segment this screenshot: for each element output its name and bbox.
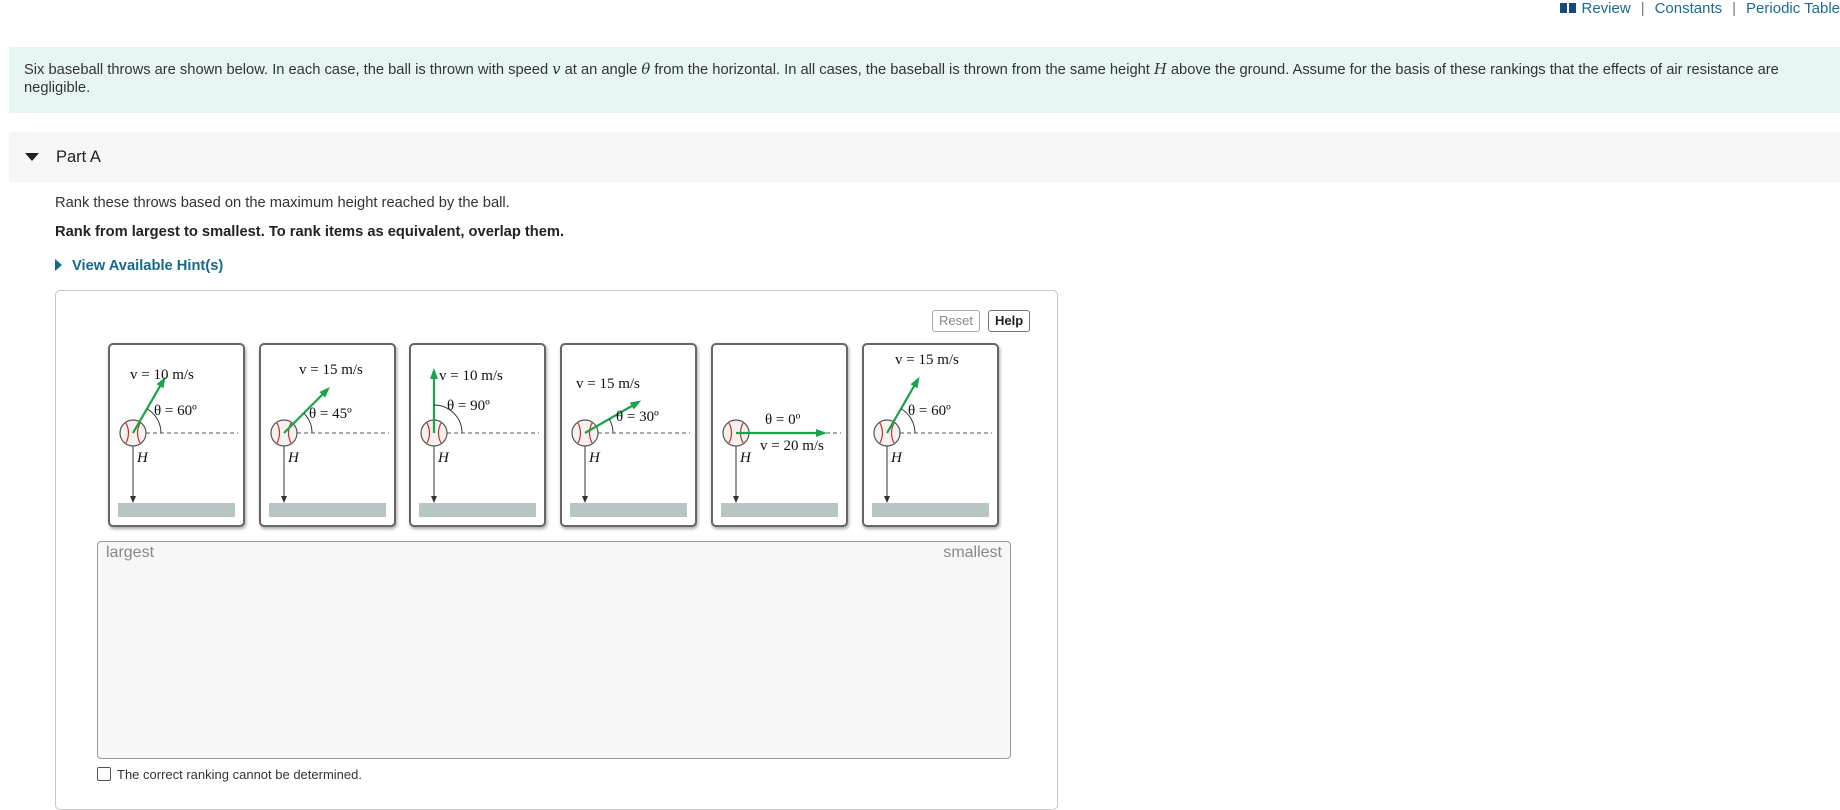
speed-label: v = 15 m/s (895, 352, 959, 368)
throw-card[interactable]: v = 15 m/s θ = 45º H (259, 343, 396, 527)
angle-label: θ = 30º (616, 409, 659, 425)
intro-text-1: Six baseball throws are shown below. In … (24, 62, 552, 78)
intro-v-symbol: v (552, 61, 560, 78)
ranking-widget: Reset Help v = 10 m/s θ = 60º Hv = 15 m/s θ… (55, 290, 1058, 810)
angle-label: θ = 45º (309, 406, 352, 422)
arrowhead-down-icon (884, 496, 890, 503)
throw-card[interactable]: v = 15 m/s θ = 30º H (560, 343, 697, 527)
part-header[interactable]: Part A (9, 132, 1840, 182)
nav-separator: | (1641, 0, 1645, 17)
height-label: H (890, 450, 903, 466)
nav-separator: | (1732, 0, 1736, 17)
periodic-table-link[interactable]: Periodic Table (1746, 0, 1840, 17)
collapse-triangle-icon[interactable] (25, 153, 39, 161)
throw-diagram: v = 20 m/s θ = 0º H (713, 345, 846, 525)
throw-card[interactable]: v = 20 m/s θ = 0º H (711, 343, 848, 527)
largest-label: largest (106, 544, 154, 562)
angle-label: θ = 60º (154, 403, 197, 419)
ground-strip (118, 503, 235, 517)
speed-label: v = 15 m/s (576, 376, 640, 392)
throw-diagram: v = 15 m/s θ = 45º H (261, 345, 394, 525)
ranking-area[interactable]: largest smallest (97, 541, 1011, 759)
height-label: H (739, 450, 752, 466)
height-label: H (588, 450, 601, 466)
ground-strip (570, 503, 687, 517)
intro-text-3: from the horizontal. In all cases, the b… (650, 62, 1154, 78)
smallest-label: smallest (943, 544, 1002, 562)
constants-link[interactable]: Constants (1655, 0, 1723, 17)
velocity-arrowhead-icon (430, 368, 438, 379)
angle-arc (609, 419, 613, 433)
cannot-determine-checkbox[interactable] (97, 767, 111, 781)
throw-diagram: v = 15 m/s θ = 60º H (864, 345, 997, 525)
problem-intro: Six baseball throws are shown below. In … (9, 47, 1840, 113)
intro-h-symbol: H (1154, 61, 1167, 78)
height-label: H (437, 450, 450, 466)
speed-label: v = 10 m/s (439, 368, 503, 384)
ground-strip (419, 503, 536, 517)
question-text: Rank these throws based on the maximum h… (55, 195, 510, 211)
part-title: Part A (56, 148, 101, 167)
arrowhead-down-icon (733, 496, 739, 503)
height-label: H (136, 450, 149, 466)
angle-label: θ = 60º (908, 403, 951, 419)
book-icon (1560, 1, 1576, 18)
question-instruction: Rank from largest to smallest. To rank i… (55, 224, 564, 240)
top-nav: Review | Constants | Periodic Table (1560, 0, 1840, 20)
arrowhead-down-icon (281, 496, 287, 503)
throw-card[interactable]: v = 10 m/s θ = 90º H (409, 343, 546, 527)
speed-label: v = 10 m/s (130, 367, 194, 383)
speed-label: v = 20 m/s (760, 438, 824, 454)
throw-diagram: v = 10 m/s θ = 90º H (411, 345, 544, 525)
throw-diagram: v = 15 m/s θ = 30º H (562, 345, 695, 525)
velocity-arrowhead-icon (816, 429, 827, 437)
arrowhead-down-icon (582, 496, 588, 503)
speed-label: v = 15 m/s (299, 362, 363, 378)
arrowhead-down-icon (130, 496, 136, 503)
throw-card[interactable]: v = 15 m/s θ = 60º H (862, 343, 999, 527)
intro-text-2: at an angle (561, 62, 642, 78)
view-hints-label: View Available Hint(s) (72, 258, 223, 274)
review-link[interactable]: Review (1582, 0, 1631, 17)
reset-button[interactable]: Reset (932, 310, 980, 332)
angle-label: θ = 90º (447, 398, 490, 414)
ground-strip (269, 503, 386, 517)
velocity-arrowhead-icon (911, 377, 920, 389)
ground-strip (872, 503, 989, 517)
ground-strip (721, 503, 838, 517)
view-hints-link[interactable]: View Available Hint(s) (55, 258, 223, 274)
throw-card[interactable]: v = 10 m/s θ = 60º H (108, 343, 245, 527)
arrowhead-down-icon (431, 496, 437, 503)
expand-triangle-icon (55, 259, 62, 271)
height-label: H (287, 450, 300, 466)
intro-theta-symbol: θ (641, 61, 650, 78)
throw-diagram: v = 10 m/s θ = 60º H (110, 345, 243, 525)
angle-label: θ = 0º (765, 412, 801, 428)
help-button[interactable]: Help (988, 310, 1030, 332)
